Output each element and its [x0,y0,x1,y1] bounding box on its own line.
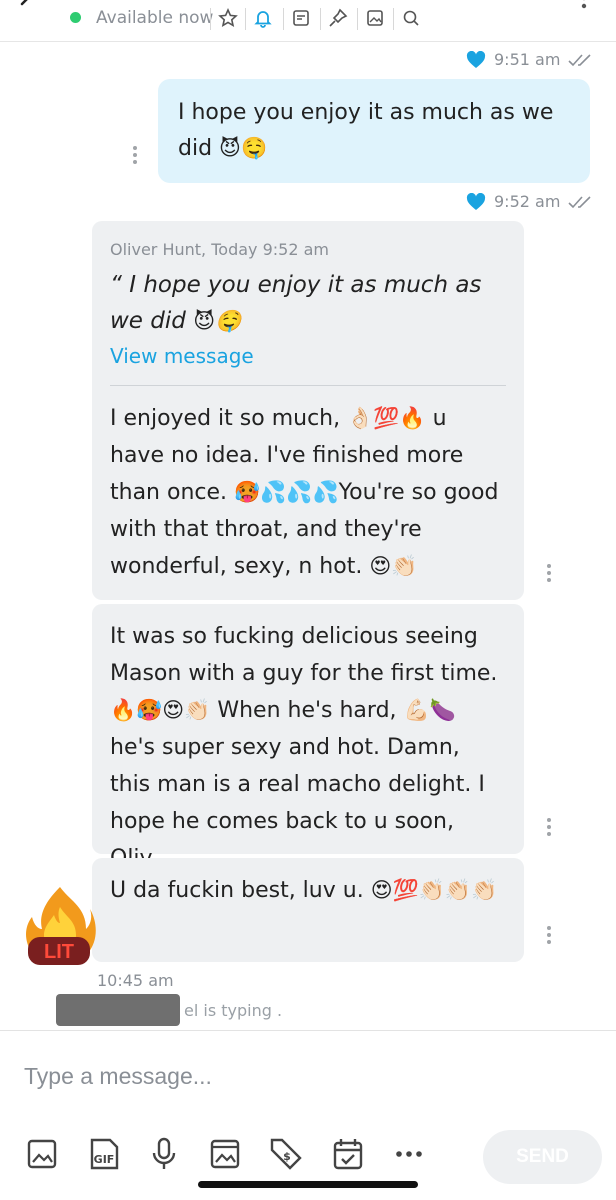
quoted-text: “ I hope you enjoy it as much as we did [110,272,482,334]
image-icon[interactable] [365,8,385,28]
message-options-icon[interactable] [546,926,552,946]
online-status-dot [70,12,81,23]
heart-icon[interactable] [466,50,486,69]
pin-icon[interactable] [328,8,348,28]
message-text: U da fuckin best, luv u. [110,878,364,903]
calendar-icon[interactable] [330,1136,366,1172]
text-segment: When he's hard, [217,698,397,723]
message-options-icon[interactable] [546,818,552,838]
divider [320,8,321,30]
emoji-segment: 🔥🥵😍👏🏻 [110,698,211,722]
emoji-segment: 😍👏🏻 [369,554,418,578]
quote-author-time: Oliver Hunt, Today 9:52 am [110,240,329,259]
delivery-receipt: 9:51 am [466,50,596,69]
redacted-name [56,994,180,1026]
divider [245,8,246,30]
back-arrow-icon[interactable] [18,0,40,14]
incoming-message-bubble[interactable]: Oliver Hunt, Today 9:52 am “ I hope you … [92,221,524,600]
bell-icon[interactable] [253,8,273,28]
svg-text:$: $ [283,1150,291,1163]
text-segment: It was so fucking delicious seeing Mason… [110,624,498,686]
message-options-icon[interactable] [546,564,552,584]
divider [393,8,394,30]
double-check-icon [568,53,591,66]
tag-dollar-icon[interactable]: $ [268,1136,304,1172]
message-emojis: 😈🤤 [219,136,268,160]
typing-text: el is typing . [184,1000,283,1020]
view-message-link[interactable]: View message [110,341,506,371]
heart-icon[interactable] [466,192,486,211]
delivery-receipt: 9:52 am [466,192,596,211]
message-text: I enjoyed it so much, 👌🏻💯🔥 u have no ide… [110,386,506,585]
typing-indicator: el is typing . [56,994,282,1026]
lit-fire-avatar-icon[interactable]: LIT [22,885,98,969]
emoji-segment: 🥵💦💦💦 [234,480,339,504]
status-text: Available now [96,8,214,28]
divider [357,8,358,30]
incoming-message-bubble[interactable]: It was so fucking delicious seeing Mason… [92,604,524,871]
emoji-segment: 😍💯👏🏻👏🏻👏🏻 [370,878,498,902]
composer-divider [0,1030,616,1031]
search-icon[interactable] [401,8,421,28]
mic-icon[interactable] [146,1136,182,1172]
incoming-message-bubble[interactable]: U da fuckin best, luv u. 😍💯👏🏻👏🏻👏🏻 [92,858,524,962]
emoji-segment: 💪🏻🍆 [403,698,456,722]
quoted-emojis: 😈🤤 [193,309,242,333]
note-icon[interactable] [291,8,311,28]
message-options-icon[interactable] [132,146,138,166]
divider [210,8,211,30]
double-check-icon [568,195,591,208]
svg-text:GIF: GIF [94,1153,115,1166]
message-input[interactable] [24,1056,584,1096]
avatar-label: LIT [44,941,74,963]
send-button[interactable]: SEND [483,1130,602,1184]
home-indicator [198,1181,418,1188]
image-icon[interactable] [24,1136,60,1172]
star-icon[interactable] [218,8,238,28]
chat-header: Available now [0,0,616,42]
outgoing-message-bubble[interactable]: I hope you enjoy it as much as we did 😈🤤 [158,79,590,183]
gif-icon[interactable]: GIF [86,1136,122,1172]
emoji-segment: 👌🏻💯🔥 [347,406,426,430]
text-segment: he's super sexy and hot. Damn, this man … [110,735,485,871]
message-text: It was so fucking delicious seeing Mason… [110,618,506,877]
quoted-message: “ I hope you enjoy it as much as we did … [110,267,506,339]
more-icon[interactable] [391,1136,427,1172]
message-time: 9:51 am [494,50,561,69]
message-time: 9:52 am [494,192,561,211]
photo-icon[interactable] [207,1136,243,1172]
divider [283,8,284,30]
more-options-icon[interactable] [580,0,588,16]
message-time: 10:45 am [97,971,174,990]
text-segment: I enjoyed it so much, [110,406,341,431]
